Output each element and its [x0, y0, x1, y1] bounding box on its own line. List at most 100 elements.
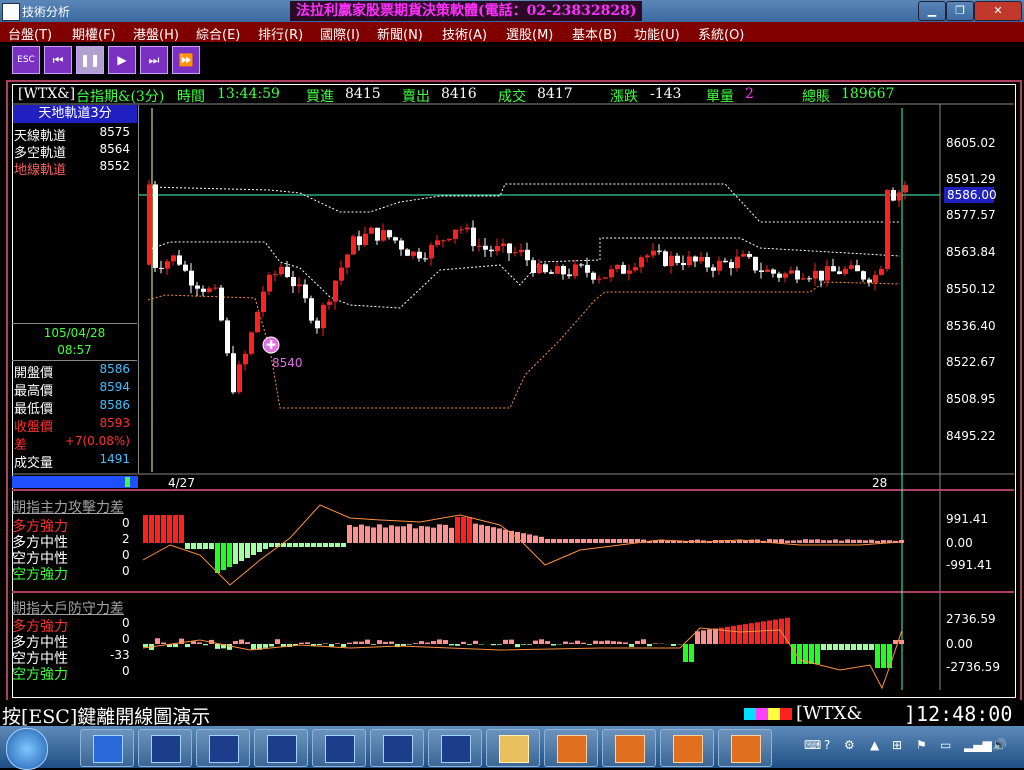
- histogram-bar: [209, 543, 214, 549]
- candle: [327, 302, 332, 305]
- volume-icon[interactable]: 🔊: [992, 738, 1007, 752]
- windows-flag-icon[interactable]: ⊞: [892, 738, 902, 752]
- histogram-bar: [557, 539, 562, 543]
- histogram-bar: [857, 540, 862, 543]
- taskbar-folder-icon[interactable]: [486, 729, 540, 767]
- taskbar-chart-icon[interactable]: [196, 729, 250, 767]
- scroll-thumb[interactable]: [125, 477, 130, 487]
- tray-expand-icon[interactable]: ▲: [870, 738, 879, 752]
- candle: [165, 261, 170, 268]
- taskbar-app-icon[interactable]: [660, 729, 714, 767]
- histogram-bar: [623, 539, 628, 543]
- histogram-bar: [467, 517, 472, 543]
- histogram-bar: [293, 543, 298, 547]
- candle: [615, 265, 620, 269]
- histogram-bar: [683, 644, 688, 662]
- histogram-bar: [785, 618, 790, 644]
- histogram-bar: [359, 642, 364, 644]
- taskbar-chart-icon[interactable]: [254, 729, 308, 767]
- histogram-bar: [647, 644, 652, 646]
- candle: [903, 185, 908, 192]
- histogram-bar: [797, 540, 802, 543]
- candle: [225, 320, 230, 353]
- settings-icon[interactable]: ⚙: [844, 738, 855, 752]
- candle: [411, 252, 416, 256]
- histogram-bar: [185, 644, 190, 647]
- histogram-bar: [263, 644, 268, 648]
- taskbar-chart-icon[interactable]: [370, 729, 424, 767]
- scroll-track[interactable]: [12, 476, 138, 488]
- x-label: 4/27: [168, 476, 195, 490]
- histogram-bar: [317, 543, 322, 547]
- histogram-bar: [365, 526, 370, 543]
- status-hint: 按[ESC]鍵離開線圖演示: [2, 702, 210, 729]
- histogram-bar: [455, 644, 460, 646]
- candle: [645, 255, 650, 257]
- histogram-bar: [425, 643, 430, 644]
- start-button-icon[interactable]: [6, 728, 48, 770]
- candle: [423, 258, 428, 259]
- histogram-bar: [827, 644, 832, 650]
- candle: [597, 279, 602, 280]
- taskbar-chart-icon[interactable]: [138, 729, 192, 767]
- histogram-bar: [587, 539, 592, 543]
- candle: [879, 269, 884, 275]
- histogram-bar: [881, 540, 886, 543]
- candle: [231, 353, 236, 392]
- histogram-bar: [611, 539, 616, 543]
- histogram-bar: [569, 539, 574, 543]
- histogram-bar: [227, 644, 232, 650]
- taskbar-app-icon[interactable]: [718, 729, 772, 767]
- histogram-bar: [737, 625, 742, 644]
- histogram-bar: [503, 530, 508, 543]
- histogram-bar: [845, 539, 850, 543]
- series-value: -33: [110, 648, 130, 662]
- histogram-bar: [707, 629, 712, 644]
- taskbar-app-icon[interactable]: [80, 729, 134, 767]
- candle: [771, 270, 776, 274]
- histogram-bar: [227, 543, 232, 567]
- chart-canvas[interactable]: ✚: [0, 0, 1024, 700]
- histogram-bar: [503, 640, 508, 644]
- status-color-swatch: [756, 708, 768, 720]
- histogram-bar: [839, 644, 844, 650]
- candle: [429, 245, 434, 258]
- candle: [159, 268, 164, 269]
- y-tick: 8577.57: [946, 208, 996, 222]
- histogram-bar: [419, 526, 424, 543]
- series-value: 0: [122, 516, 130, 530]
- histogram-bar: [149, 515, 154, 543]
- histogram-bar: [335, 543, 340, 547]
- taskbar-app-icon[interactable]: [602, 729, 656, 767]
- histogram-bar: [527, 644, 532, 645]
- taskbar-chart-icon[interactable]: [312, 729, 366, 767]
- action-center-icon[interactable]: ⚑: [916, 738, 927, 752]
- drive-icon[interactable]: ▭: [940, 738, 951, 752]
- taskbar-app-icon[interactable]: [544, 729, 598, 767]
- sub-chart-title: 期指主力攻擊力差: [12, 497, 124, 517]
- histogram-bar: [233, 641, 238, 644]
- taskbar-chart-icon[interactable]: [428, 729, 482, 767]
- histogram-bar: [869, 540, 874, 543]
- candle: [375, 228, 380, 241]
- candle: [627, 270, 632, 273]
- histogram-bar: [215, 644, 220, 649]
- histogram-bar: [689, 644, 694, 662]
- histogram-bar: [191, 543, 196, 549]
- keyboard-icon[interactable]: ⌨: [804, 738, 821, 752]
- candle: [831, 266, 836, 271]
- histogram-bar: [461, 517, 466, 543]
- histogram-bar: [563, 642, 568, 644]
- candle: [861, 271, 866, 279]
- histogram-bar: [491, 527, 496, 543]
- help-icon[interactable]: ?: [824, 738, 830, 752]
- histogram-bar: [437, 524, 442, 543]
- candle: [195, 286, 200, 289]
- histogram-bar: [323, 543, 328, 547]
- network-icon[interactable]: ▂▄▆: [964, 738, 992, 752]
- taskbar: ⌨ ? ⚙ ▲ ⊞ ⚑ ▭ ▂▄▆ 🔊: [0, 726, 1024, 768]
- y-tick: 8591.29: [946, 172, 996, 186]
- candle: [591, 273, 596, 280]
- histogram-bar: [497, 528, 502, 543]
- histogram-bar: [161, 515, 166, 543]
